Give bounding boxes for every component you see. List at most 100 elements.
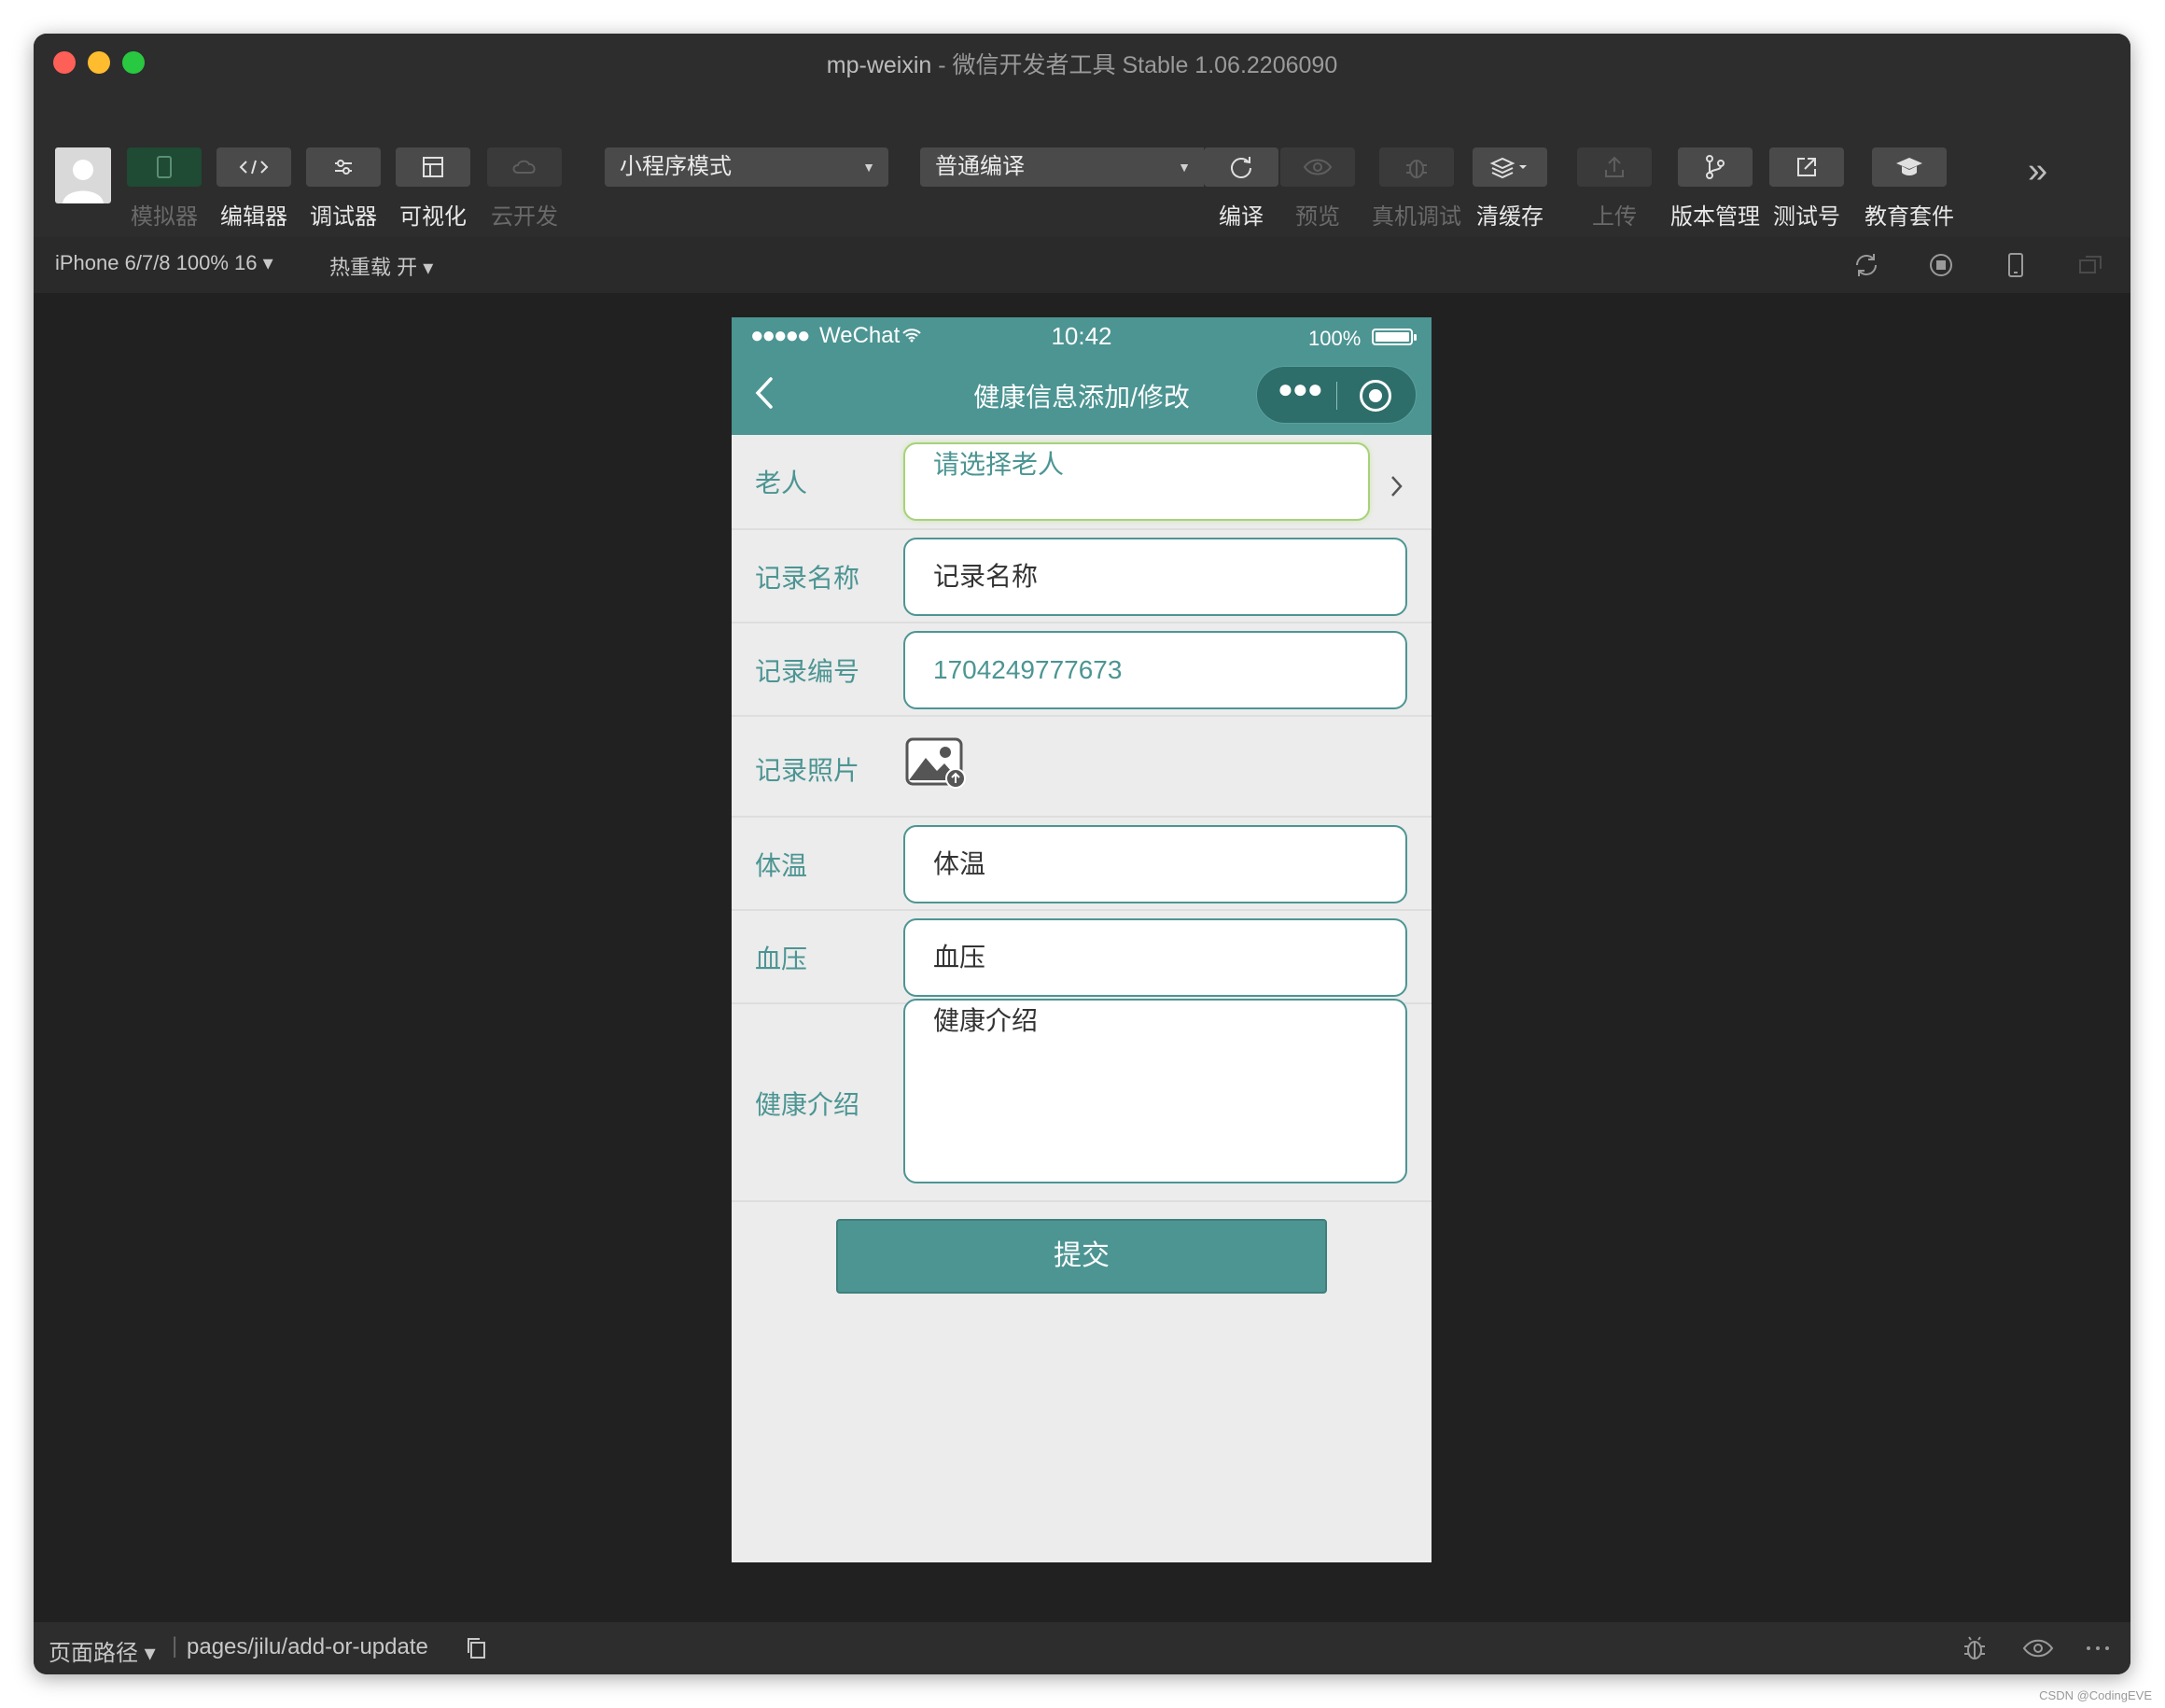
more-tools-icon[interactable]: » [2028,151,2047,191]
upload-label: 上传 [1592,204,1637,230]
compile-mode-value: 普通编译 [935,154,1025,179]
record-name-input[interactable]: 记录名称 [903,538,1407,616]
real-device-debug-button[interactable]: 真机调试 [1370,147,1463,231]
cloud-label: 云开发 [491,204,558,230]
detach-window-icon[interactable] [2075,250,2105,280]
clear-cache-label: 清缓存 [1476,204,1543,230]
eye-icon [1280,147,1355,187]
debugger-button[interactable]: 调试器 [304,147,383,231]
preview-button[interactable]: 预览 [1278,147,1357,231]
more-options-icon[interactable]: ●●● [1278,374,1323,404]
watermark: CSDN @CodingEVE [2039,1688,2152,1702]
device-select[interactable]: iPhone 6/7/8 100% 16 ▾ [55,251,273,275]
user-icon [63,160,104,203]
copy-icon[interactable] [465,1635,489,1661]
page-path-dropdown[interactable]: 页面路径 ▾ [49,1634,156,1667]
upload-button[interactable]: 上传 [1575,147,1654,231]
page-path: pages/jilu/add-or-update [187,1634,428,1659]
blood-pressure-label: 血压 [755,945,808,973]
phone-status-bar: ●●●●● WeChat 10:42 100% [732,317,1432,355]
health-intro-label: 健康介绍 [755,1090,860,1119]
more-icon[interactable] [2083,1633,2113,1663]
debug-bug-icon[interactable] [1960,1633,1990,1663]
debug-sliders-icon [306,147,381,187]
record-number-label: 记录编号 [755,657,860,686]
version-control-button[interactable]: 版本管理 [1669,147,1762,231]
record-number-input[interactable]: 1704249777673 [903,631,1407,709]
education-suite-button[interactable]: 教育套件 [1863,147,1956,231]
editor-button[interactable]: 编辑器 [215,147,293,231]
preview-label: 预览 [1295,204,1340,230]
test-account-button[interactable]: 测试号 [1767,147,1846,231]
close-miniprogram-icon[interactable] [1360,380,1391,412]
test-account-label: 测试号 [1773,204,1840,230]
external-link-icon [1769,147,1844,187]
bottom-status-bar: 页面路径 ▾ | pages/jilu/add-or-update [34,1622,2130,1674]
debugger-label: 调试器 [310,204,377,230]
editor-label: 编辑器 [220,204,287,230]
rotate-icon[interactable] [1851,250,1881,280]
form-row-temperature: 体温 体温 [732,818,1432,911]
battery-icon [1372,329,1417,345]
code-icon [216,147,291,187]
clear-cache-button[interactable]: 清缓存 [1471,147,1549,231]
form-row-record-number: 记录编号 1704249777673 [732,623,1432,717]
compile-label: 编译 [1219,204,1264,230]
capsule-divider [1336,382,1337,410]
version-control-label: 版本管理 [1670,204,1760,230]
cloud-icon [487,147,562,187]
blood-pressure-input[interactable]: 血压 [903,918,1407,997]
upload-image-icon[interactable] [905,737,967,790]
refresh-icon [1204,147,1278,187]
compile-mode-select[interactable]: 普通编译 ▼ [920,147,1204,187]
layout-icon [396,147,470,187]
battery-percent: 100% [1308,327,1362,350]
branch-icon [1678,147,1753,187]
simulator-button[interactable]: 模拟器 [125,147,203,231]
preview-eye-icon[interactable] [2021,1633,2055,1663]
status-separator: | [172,1633,178,1659]
cloud-button[interactable]: 云开发 [485,147,564,231]
compile-button[interactable]: 编译 [1202,147,1280,231]
title-bar: mp-weixin - 微信开发者工具 Stable 1.06.2206090 [34,34,2130,91]
elder-picker[interactable]: 请选择老人 [903,442,1370,521]
menu-capsule: ●●● [1256,366,1417,424]
devtools-window: mp-weixin - 微信开发者工具 Stable 1.06.2206090 … [34,34,2130,1674]
record-name-label: 记录名称 [755,564,860,593]
layers-icon [1473,147,1547,187]
submit-button[interactable]: 提交 [836,1219,1327,1294]
visual-button[interactable]: 可视化 [394,147,472,231]
device-frame-icon[interactable] [2001,250,2031,280]
form-row-record-photo: 记录照片 [732,717,1432,818]
mode-select-value: 小程序模式 [620,154,732,179]
form-row-record-name: 记录名称 记录名称 [732,530,1432,623]
real-device-debug-label: 真机调试 [1372,204,1461,230]
hot-reload-toggle[interactable]: 热重载 开 ▾ [329,251,433,281]
phone-icon [127,147,202,187]
bug-icon [1379,147,1454,187]
caret-down-icon: ▼ [862,160,875,175]
education-suite-label: 教育套件 [1865,204,1954,230]
mode-select[interactable]: 小程序模式 ▼ [605,147,888,187]
navigation-bar: 健康信息添加/修改 ●●● [732,355,1432,435]
graduation-cap-icon [1872,147,1947,187]
caret-down-icon: ▼ [1178,160,1191,175]
visual-label: 可视化 [399,204,467,230]
simulator-options-bar: iPhone 6/7/8 100% 16 ▾ 热重载 开 ▾ [34,237,2130,293]
stop-record-icon[interactable] [1926,250,1956,280]
form-row-health-intro: 健康介绍 健康介绍 [732,999,1432,1202]
phone-simulator: ●●●●● WeChat 10:42 100% 健康信息添加/修改 ●●● 老人… [732,317,1432,1562]
simulator-label: 模拟器 [131,204,198,230]
health-intro-textarea[interactable]: 健康介绍 [903,999,1407,1183]
window-title: mp-weixin - 微信开发者工具 Stable 1.06.2206090 [826,52,1338,78]
temperature-label: 体温 [755,851,808,880]
toolbar: 模拟器 编辑器 调试器 可视化 云开发 小程序模式 ▼ 普通编译 ▼ 编译 预览… [34,91,2130,237]
elder-placeholder: 请选择老人 [933,450,1065,479]
record-photo-label: 记录照片 [755,756,860,785]
user-avatar[interactable] [55,147,111,203]
temperature-input[interactable]: 体温 [903,825,1407,903]
form-row-elder: 老人 请选择老人 [732,435,1432,530]
elder-label: 老人 [755,469,808,497]
upload-icon [1577,147,1652,187]
chevron-right-icon[interactable] [1388,472,1406,500]
